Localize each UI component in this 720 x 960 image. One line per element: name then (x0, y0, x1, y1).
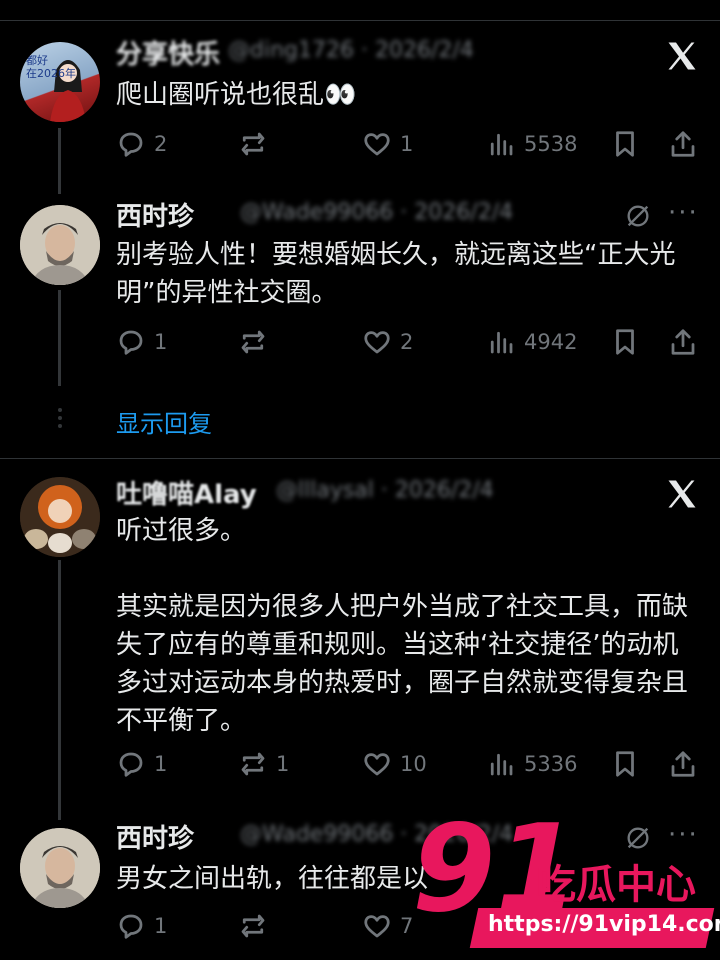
reply-button[interactable]: 1 (116, 744, 167, 784)
thread-line (58, 290, 61, 386)
reply-button[interactable]: 1 (116, 322, 167, 362)
post-text: 听过很多。 其实就是因为很多人把户外当成了社交工具，而缺失了应有的尊重和规则。当… (116, 516, 689, 736)
avatar-caption: 都好 在2026年 (26, 54, 76, 80)
share-button[interactable] (668, 124, 698, 164)
views-button[interactable]: 5538 (486, 124, 577, 164)
author-name[interactable]: 分享快乐 (116, 34, 220, 71)
bookmark-icon (616, 131, 634, 157)
bookmark-icon (616, 329, 634, 355)
like-button[interactable]: 2 (362, 322, 413, 362)
x-logo-icon[interactable] (664, 476, 700, 512)
like-count: 1 (400, 132, 414, 156)
more-icon[interactable]: ··· (668, 198, 699, 228)
views-icon (490, 753, 513, 776)
avatar-portrait (20, 205, 100, 285)
post-text: 别考验人性！要想婚姻长久，就远离这些“正大光明”的异性社交圈。 (116, 240, 676, 308)
like-count: 10 (400, 752, 427, 776)
reply-icon (119, 132, 143, 157)
reply-icon (119, 752, 143, 777)
thread-dots (58, 408, 62, 432)
bookmark-button[interactable] (610, 322, 640, 362)
watermark: 91 吃瓜中心 https://91vip14.com (412, 800, 720, 954)
share-icon (671, 131, 695, 157)
repost-button[interactable] (238, 124, 276, 164)
reply-icon (119, 914, 143, 939)
thread-line (58, 128, 61, 194)
author-handle[interactable]: @lllaysal · 2026/2/4 (276, 478, 494, 503)
like-button[interactable]: 7 (362, 906, 413, 946)
views-button[interactable]: 4942 (486, 322, 577, 362)
repost-icon (241, 132, 265, 156)
author-name[interactable]: 西时珍 (116, 196, 194, 233)
heart-icon (364, 915, 390, 938)
reply-count: 1 (154, 330, 168, 354)
share-button[interactable] (668, 322, 698, 362)
mute-icon[interactable] (624, 202, 652, 230)
repost-icon (241, 330, 265, 354)
view-count: 5336 (524, 752, 578, 776)
author-handle[interactable]: @ding1726 · 2026/2/4 (228, 38, 474, 63)
x-logo-icon[interactable] (664, 38, 700, 74)
divider (0, 20, 720, 21)
repost-button[interactable] (238, 906, 268, 946)
views-icon (490, 331, 513, 354)
share-icon (671, 329, 695, 355)
heart-icon (364, 133, 390, 156)
reply-button[interactable]: 2 (116, 124, 167, 164)
reply-icon (119, 330, 143, 355)
views-icon (490, 133, 513, 156)
share-icon (671, 751, 695, 777)
avatar[interactable] (20, 205, 100, 285)
reply-count: 1 (154, 752, 168, 776)
watermark-brand: 吃瓜中心 (536, 862, 696, 908)
avatar[interactable] (20, 477, 100, 557)
repost-button[interactable] (238, 322, 276, 362)
avatar[interactable] (20, 828, 100, 908)
reply-count: 2 (154, 132, 168, 156)
share-button[interactable] (668, 744, 698, 784)
show-replies-link[interactable]: 显示回复 (116, 404, 212, 439)
like-button[interactable]: 10 (362, 744, 427, 784)
view-count: 4942 (524, 330, 578, 354)
author-name[interactable]: 西时珍 (116, 818, 194, 855)
avatar-portrait (20, 828, 100, 908)
bookmark-icon (616, 751, 634, 777)
post-text: 爬山圈听说也很乱👀 (116, 80, 357, 110)
author-name[interactable]: 吐噜喵Alay (116, 474, 257, 511)
heart-icon (364, 331, 390, 354)
reply-count: 1 (154, 914, 168, 938)
view-count: 5538 (524, 132, 578, 156)
like-count: 2 (400, 330, 414, 354)
bookmark-button[interactable] (610, 124, 640, 164)
repost-button[interactable]: 1 (238, 744, 289, 784)
author-handle[interactable]: @Wade99066 · 2026/2/4 (240, 200, 513, 225)
avatar-portrait (20, 477, 100, 557)
heart-icon (364, 753, 390, 776)
repost-icon (241, 914, 265, 938)
watermark-url: https://91vip14.com (488, 912, 720, 937)
like-button[interactable]: 1 (362, 124, 413, 164)
avatar[interactable]: 都好 在2026年 (20, 42, 100, 122)
repost-count: 1 (276, 752, 290, 776)
thread-line (58, 560, 61, 820)
views-button[interactable]: 5336 (486, 744, 577, 784)
bookmark-button[interactable] (610, 744, 640, 784)
repost-icon (241, 752, 265, 776)
divider (0, 458, 720, 459)
reply-button[interactable]: 1 (116, 906, 167, 946)
